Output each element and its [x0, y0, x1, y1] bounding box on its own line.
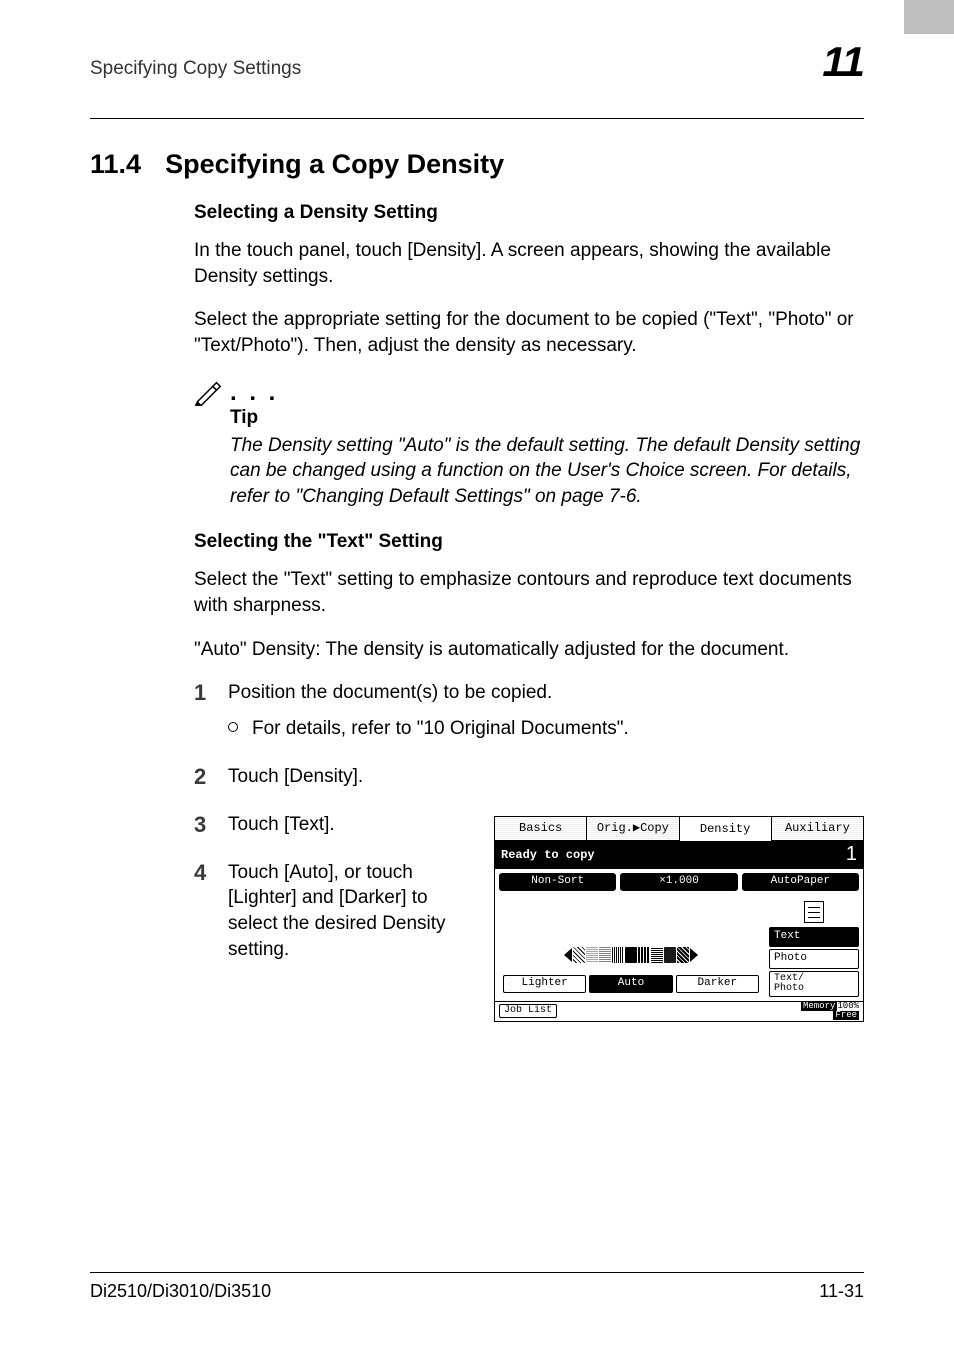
chapter-badge: 11 — [800, 58, 864, 106]
tab-orig-copy[interactable]: Orig.▶Copy — [587, 817, 679, 841]
darker-button[interactable]: Darker — [676, 975, 759, 993]
status-text: Ready to copy — [501, 847, 595, 863]
copy-count: 1 — [846, 841, 857, 868]
memory-status: Memory100% Free — [801, 1002, 859, 1020]
tip-dots: . . . — [230, 381, 278, 405]
paragraph: In the touch panel, touch [Density]. A s… — [194, 238, 864, 289]
status-bar: Ready to copy 1 — [495, 841, 863, 869]
step-text: Touch [Auto], or touch [Lighter] and [Da… — [228, 862, 446, 960]
paragraph: "Auto" Density: The density is automatic… — [194, 637, 864, 663]
mode-text-button[interactable]: Text — [769, 927, 859, 947]
triangle-left-icon — [564, 948, 572, 962]
zoom-pill[interactable]: ×1.000 — [620, 873, 737, 891]
bullet-icon — [228, 722, 238, 732]
running-title: Specifying Copy Settings — [90, 58, 301, 80]
auto-button[interactable]: Auto — [589, 975, 672, 993]
step-text: Position the document(s) to be copied. — [228, 682, 552, 703]
mode-photo-button[interactable]: Photo — [769, 949, 859, 969]
triangle-right-icon — [690, 948, 698, 962]
document-icon — [769, 899, 859, 925]
paragraph: Select the appropriate setting for the d… — [194, 307, 864, 358]
tip-body: The Density setting "Auto" is the defaul… — [230, 433, 864, 510]
tab-density[interactable]: Density — [680, 817, 772, 841]
header-rule — [90, 118, 864, 119]
section-number: 11.4 — [90, 149, 141, 180]
job-list-button[interactable]: Job List — [499, 1004, 557, 1018]
tab-auxiliary[interactable]: Auxiliary — [772, 817, 863, 841]
lighter-button[interactable]: Lighter — [503, 975, 586, 993]
step-number: 1 — [194, 680, 228, 706]
mode-text-photo-button[interactable]: Text/ Photo — [769, 971, 859, 997]
step-text: Touch [Text]. — [228, 814, 335, 835]
copier-touch-panel: Basics Orig.▶Copy Density Auxiliary Read… — [494, 816, 864, 1022]
footer-model: Di2510/Di3010/Di3510 — [90, 1281, 271, 1302]
tab-basics[interactable]: Basics — [495, 817, 587, 841]
footer-page: 11-31 — [819, 1281, 864, 1302]
step-subtext: For details, refer to "10 Original Docum… — [252, 716, 629, 742]
tip-label: Tip — [230, 407, 864, 429]
paper-pill[interactable]: AutoPaper — [742, 873, 859, 891]
tip-block: . . . Tip The Density setting "Auto" is … — [194, 377, 864, 510]
pencil-icon — [194, 377, 224, 407]
step-number: 3 — [194, 812, 228, 838]
density-scale — [564, 944, 698, 966]
section-heading: Specifying a Copy Density — [165, 149, 504, 180]
subheading-text-setting: Selecting the "Text" Setting — [194, 531, 864, 553]
paragraph: Select the "Text" setting to emphasize c… — [194, 567, 864, 618]
step-number: 2 — [194, 764, 228, 790]
subheading-density-setting: Selecting a Density Setting — [194, 202, 864, 224]
chapter-number: 11 — [822, 38, 864, 86]
footer-rule — [90, 1272, 864, 1273]
sort-pill[interactable]: Non-Sort — [499, 873, 616, 891]
step-number: 4 — [194, 860, 228, 886]
step-text: Touch [Density]. — [228, 766, 363, 787]
